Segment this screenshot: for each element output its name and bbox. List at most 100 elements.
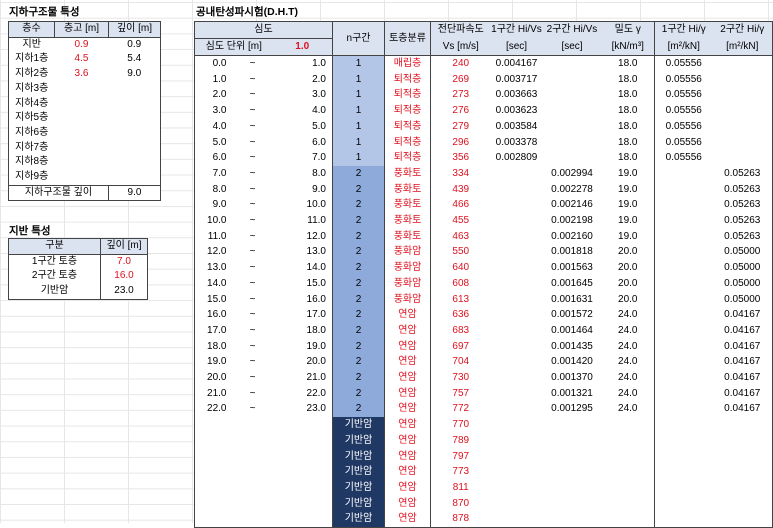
vs-cell[interactable]: 730: [431, 370, 491, 386]
soil-cell[interactable]: 연암: [384, 385, 431, 402]
soil-cell[interactable]: 풍화토: [384, 213, 431, 229]
vs-cell[interactable]: 636: [431, 307, 491, 323]
height-cell[interactable]: [55, 82, 109, 97]
soil-cell[interactable]: 연암: [384, 448, 431, 465]
vs-cell[interactable]: 279: [431, 119, 491, 135]
h2v-cell: 0.002994: [551, 167, 593, 179]
vs-cell[interactable]: 640: [431, 260, 491, 276]
rho-cell: [601, 448, 655, 465]
soil-cell[interactable]: 풍화암: [384, 275, 431, 292]
soil-cell[interactable]: 연암: [384, 354, 431, 371]
vs-cell[interactable]: 878: [431, 511, 491, 527]
vs-cell[interactable]: 550: [431, 244, 491, 260]
h2g-cell: [712, 71, 773, 88]
total-depth-value[interactable]: 9.0: [109, 185, 161, 201]
tilde-cell: ~: [249, 246, 256, 258]
height-cell[interactable]: 4.5: [55, 52, 109, 67]
soil-cell[interactable]: 풍화암: [384, 260, 431, 276]
soil-cell[interactable]: 연암: [384, 370, 431, 386]
vs-cell[interactable]: 466: [431, 197, 491, 213]
vs-cell[interactable]: 269: [431, 72, 491, 88]
height-cell[interactable]: 0.9: [55, 37, 109, 52]
vs-cell[interactable]: 697: [431, 339, 491, 355]
h2g-cell: [712, 479, 773, 496]
height-cell[interactable]: [55, 111, 109, 126]
vs-cell[interactable]: 334: [431, 166, 491, 182]
n-section-cell: 2: [332, 354, 385, 371]
vs-cell[interactable]: 356: [431, 150, 491, 166]
h2g-header-1: 2구간 Hi/γ: [712, 21, 773, 39]
soil-cell[interactable]: 연암: [384, 338, 431, 355]
vs-cell[interactable]: 811: [431, 480, 491, 496]
soil-cell[interactable]: 풍화암: [384, 244, 431, 261]
vs-cell[interactable]: 772: [431, 401, 491, 417]
tilde-cell: ~: [249, 152, 256, 164]
soil-cell[interactable]: 풍화토: [384, 228, 431, 245]
tilde-cell: ~: [249, 309, 256, 321]
vs-cell[interactable]: 273: [431, 87, 491, 103]
vs-cell[interactable]: 870: [431, 496, 491, 512]
table-row: 지하4층: [9, 97, 161, 112]
h2g-cell: 0.05263: [712, 213, 773, 229]
vs-cell[interactable]: 704: [431, 354, 491, 370]
depth-to-cell: 4.0: [272, 103, 333, 119]
h2g-cell: 0.04167: [712, 401, 773, 418]
soil-cell[interactable]: 퇴적층: [384, 87, 431, 104]
soil-cell[interactable]: 풍화토: [384, 197, 431, 214]
depth-unit-value[interactable]: 1.0: [272, 38, 333, 56]
soil-cell[interactable]: 퇴적층: [384, 103, 431, 119]
height-cell[interactable]: [55, 170, 109, 185]
h1v-cell: [491, 323, 543, 339]
depth-from-cell: 16.0: [207, 309, 227, 321]
soil-cell[interactable]: 퇴적층: [384, 134, 431, 151]
soil-cell[interactable]: 연암: [384, 511, 431, 528]
vs-cell[interactable]: 757: [431, 386, 491, 402]
soil-cell[interactable]: 연암: [384, 479, 431, 496]
soil-cell[interactable]: 풍화토: [384, 165, 431, 182]
vs-cell[interactable]: 276: [431, 103, 491, 119]
ground-value-cell[interactable]: 7.0: [101, 254, 148, 269]
h1v-cell: [491, 213, 543, 229]
vs-cell[interactable]: 608: [431, 276, 491, 292]
vs-cell[interactable]: 613: [431, 292, 491, 308]
vs-cell[interactable]: 463: [431, 229, 491, 245]
soil-cell[interactable]: 퇴적층: [384, 118, 431, 135]
h1g-cell: [655, 244, 713, 260]
depth-from-cell: 19.0: [207, 356, 227, 368]
soil-cell[interactable]: 연암: [384, 417, 431, 433]
vs-cell[interactable]: 797: [431, 449, 491, 465]
soil-cell[interactable]: 풍화암: [384, 291, 431, 308]
ground-value-cell[interactable]: 23.0: [101, 284, 148, 299]
h2v-cell: [543, 449, 602, 465]
n-section-cell: 기반암: [332, 495, 385, 512]
soil-cell[interactable]: 연암: [384, 464, 431, 480]
vs-cell[interactable]: 455: [431, 213, 491, 229]
depth-cell: [109, 155, 161, 170]
soil-cell[interactable]: 연암: [384, 495, 431, 512]
soil-cell[interactable]: 연암: [384, 307, 431, 323]
vs-cell[interactable]: 773: [431, 464, 491, 480]
vs-cell[interactable]: 439: [431, 182, 491, 198]
vs-cell[interactable]: 296: [431, 135, 491, 151]
soil-cell[interactable]: 퇴적층: [384, 150, 431, 166]
vs-cell[interactable]: 789: [431, 433, 491, 449]
h1g-cell: [655, 511, 713, 527]
soil-cell[interactable]: 연암: [384, 401, 431, 418]
soil-cell[interactable]: 퇴적층: [384, 71, 431, 88]
soil-cell[interactable]: 연암: [384, 432, 431, 449]
soil-cell[interactable]: 연암: [384, 322, 431, 339]
ground-value-cell[interactable]: 16.0: [101, 269, 148, 284]
height-cell[interactable]: 3.6: [55, 67, 109, 82]
height-cell[interactable]: [55, 155, 109, 170]
tilde-cell: ~: [249, 277, 256, 289]
vs-cell[interactable]: 240: [431, 56, 491, 72]
soil-cell[interactable]: 매립층: [384, 55, 431, 72]
height-cell[interactable]: [55, 126, 109, 141]
soil-cell[interactable]: 풍화토: [384, 181, 431, 198]
height-cell[interactable]: [55, 97, 109, 112]
vs-cell[interactable]: 770: [431, 417, 491, 433]
h2g-cell: [712, 55, 773, 72]
depth-to-cell: 13.0: [272, 244, 333, 261]
height-cell[interactable]: [55, 141, 109, 156]
vs-cell[interactable]: 683: [431, 323, 491, 339]
